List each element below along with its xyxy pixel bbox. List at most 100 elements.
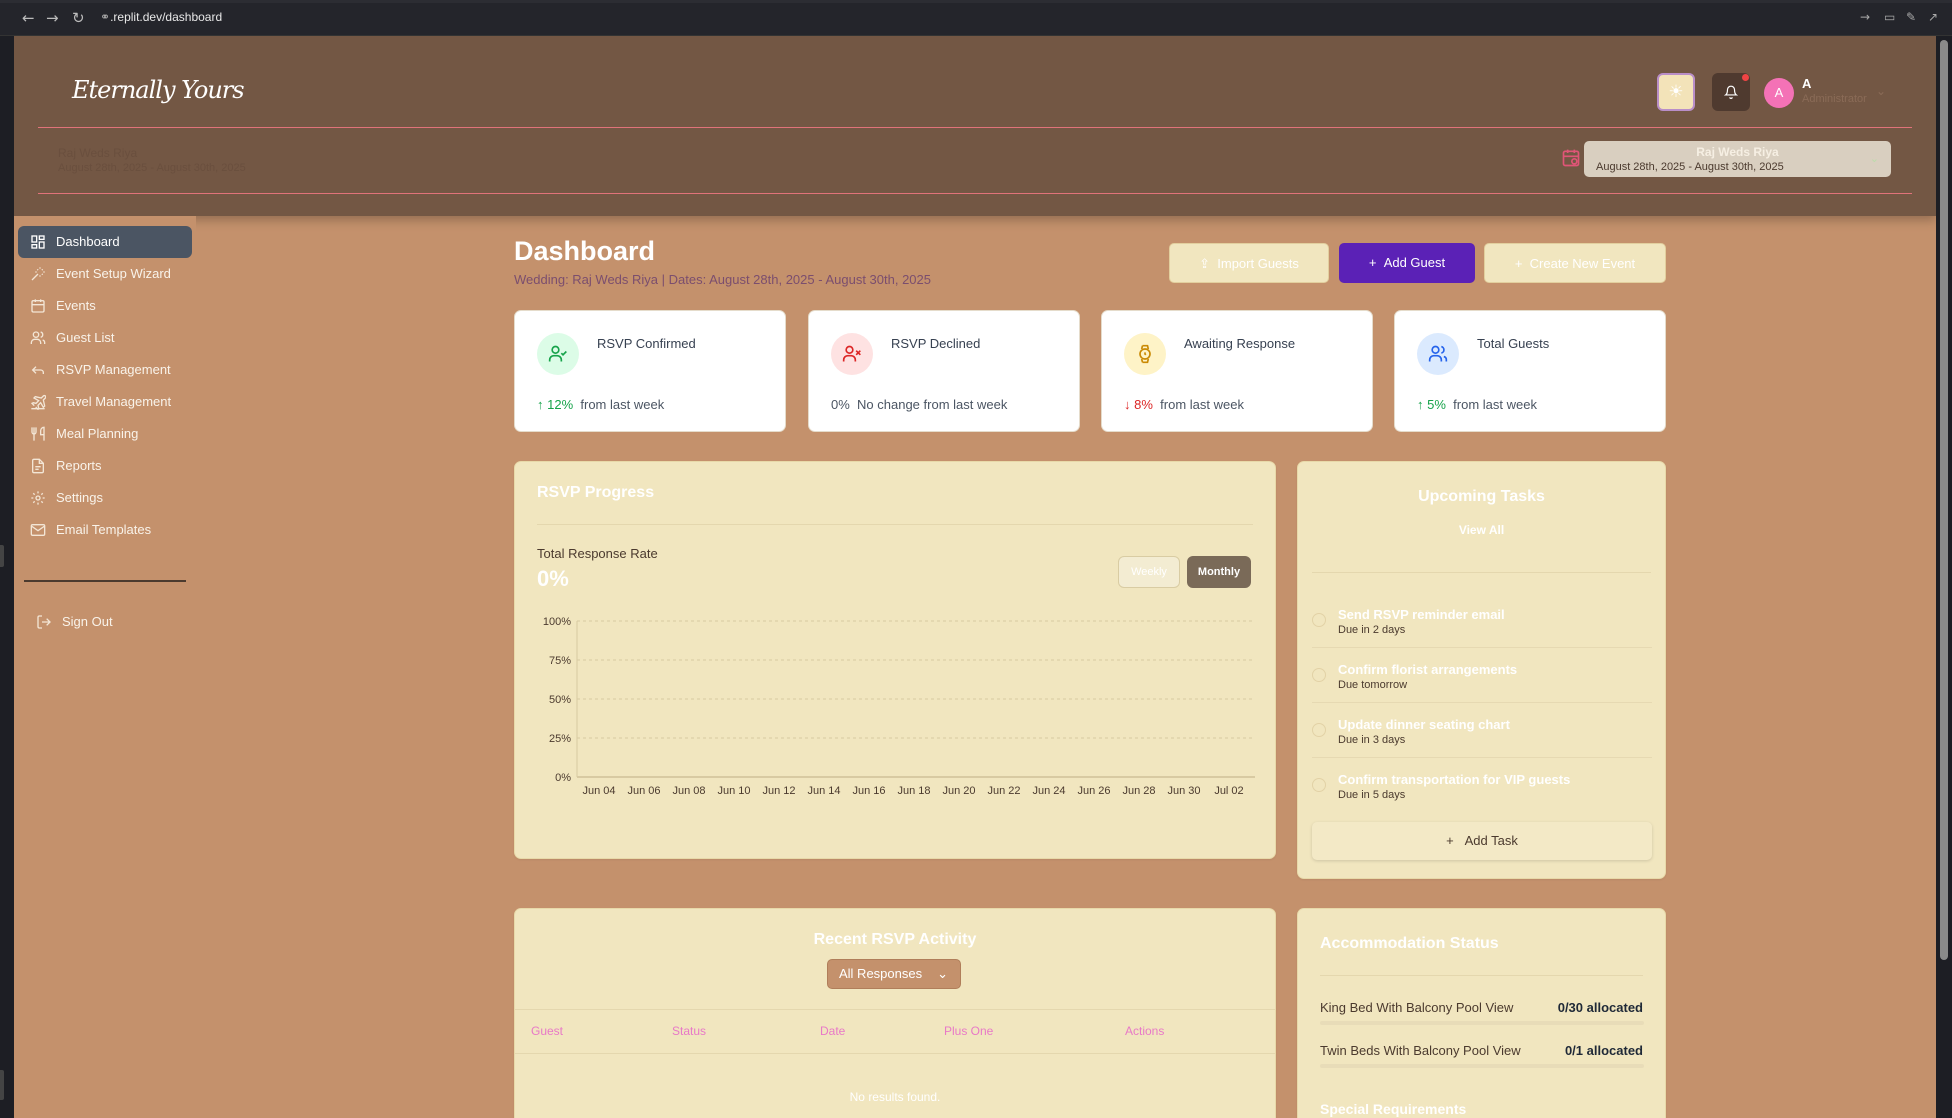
sidebar-item-event-setup-wizard[interactable]: Event Setup Wizard: [18, 258, 192, 290]
forward-icon[interactable]: →: [46, 9, 59, 27]
page-title: Dashboard: [514, 236, 656, 266]
page-scrollbar[interactable]: [1936, 36, 1952, 1118]
task-title: Send RSVP reminder email: [1338, 607, 1505, 622]
x-tick-label: Jun 18: [897, 785, 930, 797]
forward-arrow-icon[interactable]: →: [1860, 10, 1870, 24]
wrench-icon[interactable]: ✎: [1906, 10, 1916, 24]
stat-percent: 5%: [1427, 397, 1446, 412]
x-tick-label: Jun 06: [627, 785, 660, 797]
task-checkbox[interactable]: [1312, 668, 1326, 682]
sidebar-item-label: Settings: [56, 490, 103, 505]
external-link-icon[interactable]: ↗: [1928, 10, 1938, 24]
reply-icon: [31, 366, 44, 374]
calendar-icon: [31, 299, 45, 313]
x-tick-label: Jun 04: [582, 785, 615, 797]
chevron-down-icon[interactable]: ⌄: [1876, 84, 1886, 98]
x-tick-label: Jun 28: [1122, 785, 1155, 797]
stat-footer: ↑ 12% from last week: [537, 397, 664, 412]
stat-footer: ↑ 5% from last week: [1417, 397, 1537, 412]
reload-icon[interactable]: ↻: [72, 9, 85, 27]
card-title: RSVP Progress: [537, 484, 655, 501]
x-tick-label: Jun 20: [942, 785, 975, 797]
theme-toggle-button[interactable]: ☀: [1657, 73, 1695, 111]
wand-icon: [31, 267, 45, 281]
current-event-dates: August 28th, 2025 - August 30th, 2025: [58, 162, 246, 174]
x-tick-label: Jun 22: [987, 785, 1020, 797]
avatar[interactable]: A: [1764, 78, 1794, 108]
task-item[interactable]: Send RSVP reminder email Due in 2 days: [1312, 603, 1652, 653]
column-header-plus-one[interactable]: Plus One: [944, 1024, 993, 1038]
monitor-icon[interactable]: ▭: [1884, 10, 1895, 24]
monthly-toggle[interactable]: Monthly: [1187, 556, 1251, 588]
room-allocation-value: 0/1 allocated: [1564, 1043, 1643, 1058]
plus-icon: +: [1514, 256, 1523, 271]
add-guest-button[interactable]: + Add Guest: [1339, 243, 1475, 283]
app-window: Eternally Yours ☀ A A Administrator ⌄ Ra…: [14, 36, 1936, 1118]
dashboard-icon: [31, 235, 45, 249]
sidebar-item-meal-planning[interactable]: Meal Planning: [18, 418, 192, 450]
add-task-button[interactable]: + Add Task: [1312, 822, 1652, 860]
stat-text: from last week: [1160, 397, 1244, 412]
url-path: /dashboard: [162, 10, 223, 24]
column-header-guest[interactable]: Guest: [531, 1024, 563, 1038]
sidebar-item-rsvp-management[interactable]: RSVP Management: [18, 354, 192, 386]
back-icon[interactable]: ←: [22, 9, 35, 27]
sidebar-item-settings[interactable]: Settings: [18, 482, 192, 514]
arrow-up-icon: ↑: [1417, 397, 1424, 412]
weekly-toggle[interactable]: Weekly: [1118, 556, 1180, 588]
user-name[interactable]: A: [1802, 76, 1811, 91]
mail-icon: [30, 524, 46, 536]
stat-percent: 8%: [1134, 397, 1153, 412]
task-item[interactable]: Confirm transportation for VIP guests Du…: [1312, 768, 1652, 818]
plus-icon: +: [1368, 255, 1377, 270]
sidebar-item-events[interactable]: Events: [18, 290, 192, 322]
stat-title: Awaiting Response: [1184, 336, 1296, 351]
card-divider: [537, 524, 1253, 525]
column-header-actions: Actions: [1125, 1024, 1165, 1038]
users-icon: [1417, 333, 1459, 375]
column-header-date[interactable]: Date: [820, 1024, 845, 1038]
response-filter-select[interactable]: All Responses ⌄: [827, 959, 961, 989]
x-tick-label: Jun 16: [852, 785, 885, 797]
user-role: Administrator: [1802, 93, 1867, 105]
task-divider: [1312, 702, 1652, 703]
card-title: Recent RSVP Activity: [813, 931, 977, 948]
task-divider: [1312, 757, 1652, 758]
sidebar-item-guest-list[interactable]: Guest List: [18, 322, 192, 354]
task-checkbox[interactable]: [1312, 778, 1326, 792]
task-title: Update dinner seating chart: [1338, 717, 1510, 732]
x-tick-label: Jun 08: [672, 785, 705, 797]
sidebar-item-email-templates[interactable]: Email Templates: [18, 514, 192, 546]
task-item[interactable]: Update dinner seating chart Due in 3 day…: [1312, 713, 1652, 763]
import-guests-button[interactable]: ⇪ Import Guests: [1169, 243, 1329, 283]
address-bar[interactable]: ⚭.replit.dev/dashboard: [100, 10, 222, 24]
watch-icon: [1124, 333, 1166, 375]
allocation-progress-bar: [1320, 1064, 1644, 1068]
notification-dot: [1742, 74, 1749, 81]
stat-text: from last week: [580, 397, 665, 412]
response-rate-value: 0%: [537, 566, 569, 591]
sign-out-button[interactable]: Sign Out: [24, 606, 198, 638]
sidebar-item-dashboard[interactable]: Dashboard: [18, 226, 192, 258]
scrollbar-thumb[interactable]: [1940, 40, 1948, 960]
sidebar-item-label: Email Templates: [56, 522, 152, 537]
gear-icon: [31, 491, 45, 505]
sidebar-item-travel-management[interactable]: Travel Management: [18, 386, 192, 418]
task-checkbox[interactable]: [1312, 723, 1326, 737]
y-tick-label: 25%: [549, 733, 571, 745]
column-header-status[interactable]: Status: [672, 1024, 706, 1038]
url-host: .replit.dev: [110, 10, 163, 24]
sidebar: Dashboard Event Setup Wizard Events Gues…: [14, 216, 196, 1118]
sidebar-item-reports[interactable]: Reports: [18, 450, 192, 482]
user-check-icon: [537, 333, 579, 375]
event-selector[interactable]: Raj Weds Riya August 28th, 2025 - August…: [1584, 141, 1891, 177]
logo[interactable]: Eternally Yours: [72, 76, 245, 104]
task-checkbox[interactable]: [1312, 613, 1326, 627]
stat-title: RSVP Declined: [891, 336, 981, 351]
view-all-link[interactable]: View All: [1298, 523, 1665, 537]
task-due: Due tomorrow: [1338, 679, 1408, 691]
import-icon: ⇪: [1199, 256, 1211, 271]
create-new-event-button[interactable]: + Create New Event: [1484, 243, 1666, 283]
rsvp-progress-chart: 0% 25% 50% 75% 100% Jun 04 Jun 06 Jun 08 Jun 10 J…: [543, 616, 1255, 797]
task-item[interactable]: Confirm florist arrangements Due tomorro…: [1312, 658, 1652, 708]
